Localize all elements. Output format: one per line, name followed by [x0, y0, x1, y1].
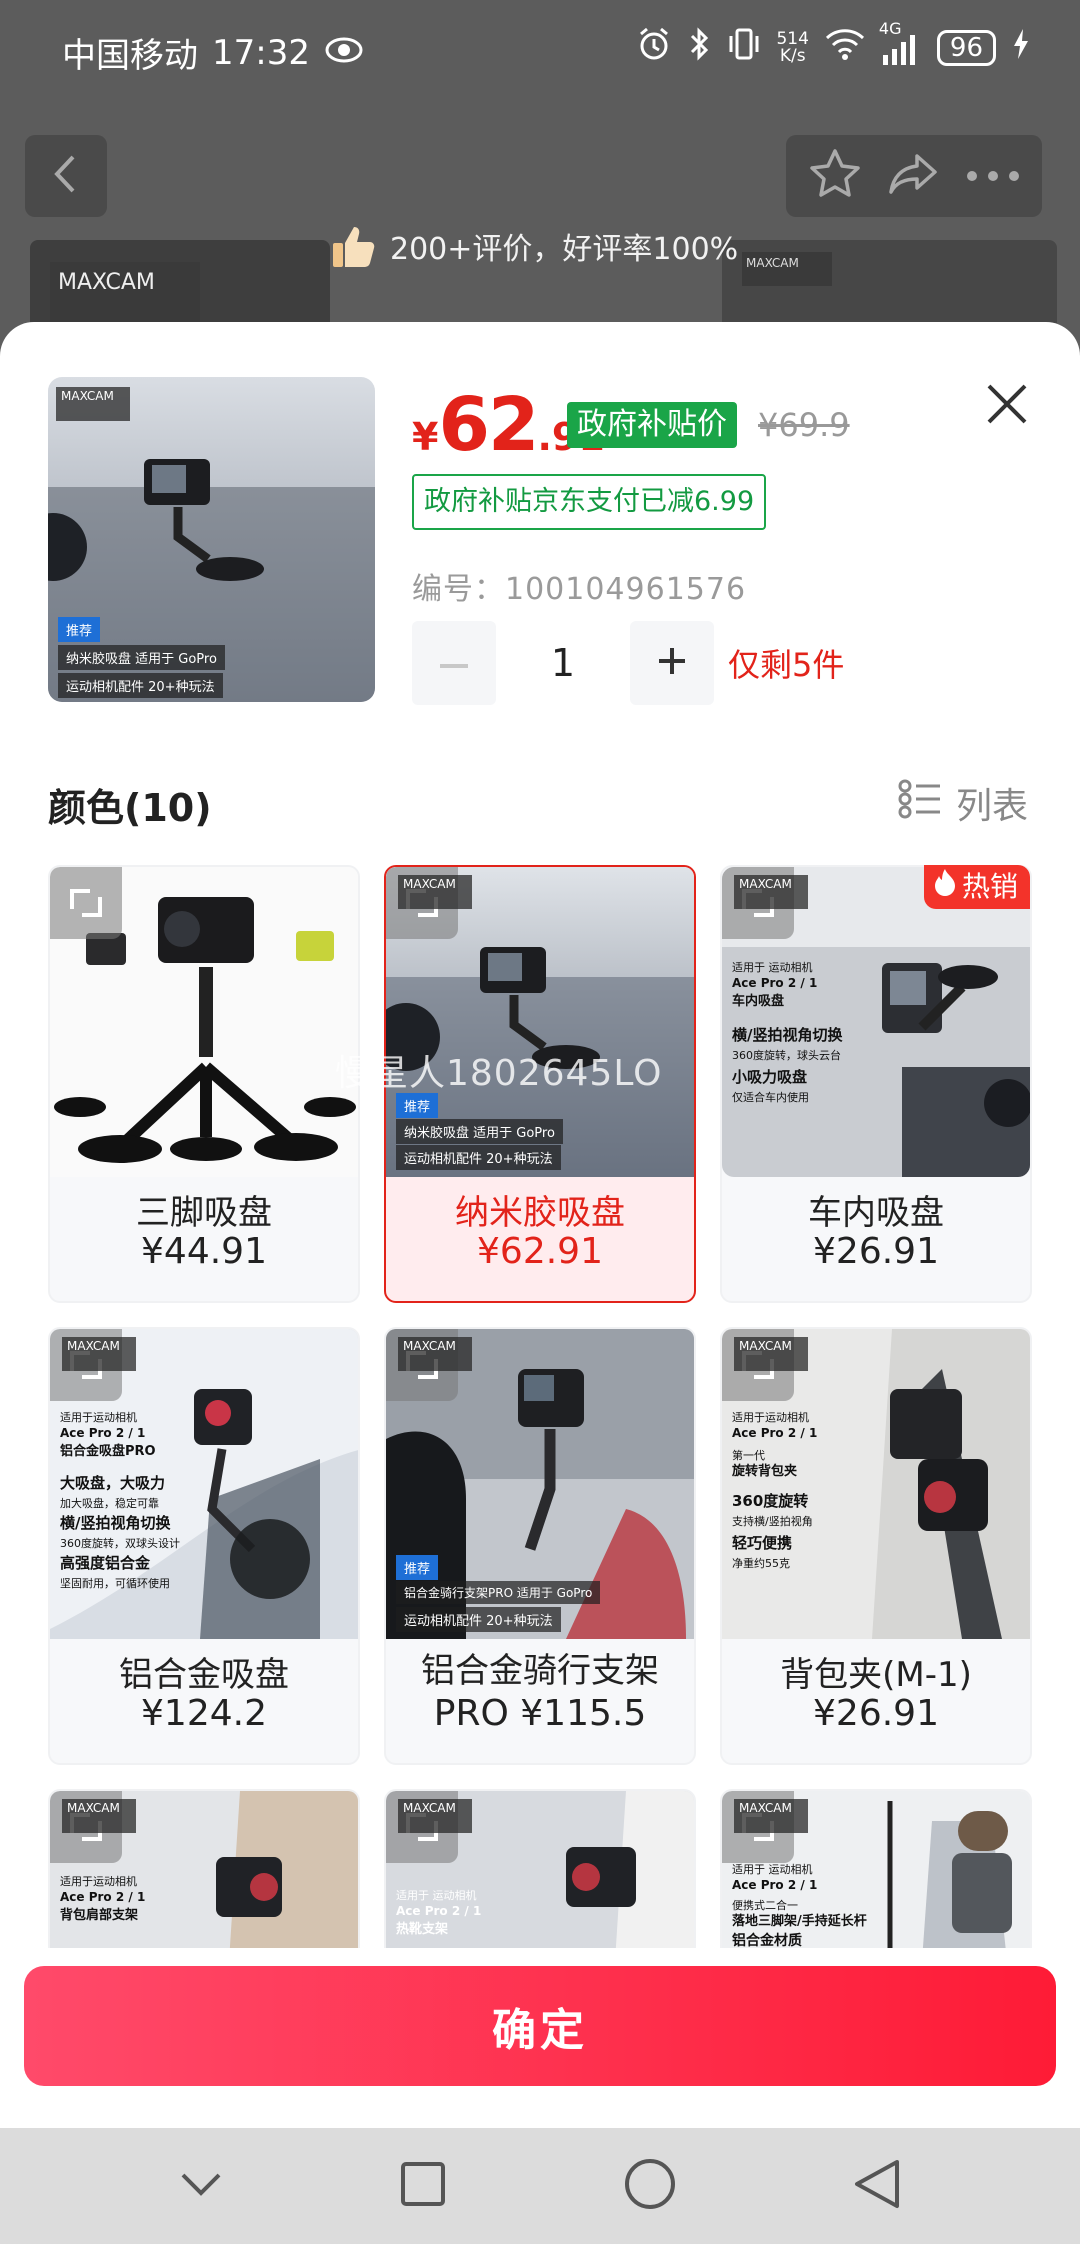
- stock-note: 仅剩5件: [728, 646, 845, 684]
- sku-selector-sheet: MAXCAM 推荐 纳米胶吸盘 适用于 GoPro 运动相机配件 20+种玩法 …: [0, 322, 1080, 2128]
- thumbnail-caption-1: 纳米胶吸盘 适用于 GoPro: [58, 645, 225, 670]
- option-image: MAXCAM 适用于运动相机 Ace Pro 2 / 1 第一代 旋转背包夹 3…: [722, 1329, 1030, 1639]
- image-caption: 运动相机配件 20+种玩法: [396, 1607, 561, 1632]
- list-icon: [898, 778, 942, 829]
- minus-icon: [440, 654, 468, 673]
- review-banner: 200+评价，好评率100%: [330, 218, 738, 274]
- original-price: ¥69.9: [758, 406, 850, 444]
- back-triangle-icon[interactable]: [853, 2158, 901, 2214]
- thumbnail-caption-2: 运动相机配件 20+种玩法: [58, 673, 223, 698]
- wifi-icon: [825, 28, 865, 68]
- clock: 17:32: [212, 32, 310, 73]
- recent-apps-icon[interactable]: [400, 2161, 446, 2211]
- sku-number: 编号：100104961576: [412, 572, 747, 607]
- list-view-toggle[interactable]: 列表: [898, 777, 1028, 829]
- option-image: [50, 867, 358, 1177]
- hot-sale-badge: 热销: [923, 865, 1030, 909]
- image-logo: MAXCAM: [62, 1799, 136, 1833]
- option-name: 纳米胶吸盘: [455, 1193, 625, 1233]
- back-button[interactable]: [25, 135, 107, 217]
- option-price: ¥44.91: [141, 1231, 267, 1272]
- image-caption: 纳米胶吸盘 适用于 GoPro: [396, 1119, 563, 1144]
- decrease-button[interactable]: [412, 621, 496, 705]
- image-caption: 运动相机配件 20+种玩法: [396, 1145, 561, 1170]
- plus-icon: [657, 646, 687, 680]
- network-speed: 514 K/s: [776, 29, 809, 66]
- increase-button[interactable]: [630, 621, 714, 705]
- option-name: 背包夹(M-1): [780, 1655, 972, 1695]
- background-logo-small: MAXCAM: [742, 252, 832, 286]
- image-logo: MAXCAM: [398, 1799, 472, 1833]
- thumbnail-recommend-tag: 推荐: [58, 617, 101, 642]
- system-navigation-bar: [0, 2128, 1080, 2244]
- status-bar: 中国移动 17:32 514 K/s 4G 96: [0, 0, 1080, 100]
- image-logo: MAXCAM: [62, 1337, 136, 1371]
- option-card-in-car-suction[interactable]: 热销 MAXCAM 适用于 运动相机 Ace Pro 2 / 1 车内吸盘 横/…: [720, 865, 1032, 1303]
- image-logo: MAXCAM: [734, 875, 808, 909]
- option-card-alloy-suction[interactable]: MAXCAM 适用于运动相机 Ace Pro 2 / 1 铝合金吸盘PRO 大吸…: [48, 1327, 360, 1765]
- signal-icon: 4G: [879, 19, 921, 65]
- subsidy-notice: 政府补贴京东支付已减6.99: [412, 474, 767, 530]
- option-card-backpack-clip[interactable]: MAXCAM 适用于运动相机 Ace Pro 2 / 1 第一代 旋转背包夹 3…: [720, 1327, 1032, 1765]
- confirm-button[interactable]: 确定: [24, 1966, 1056, 2086]
- image-recommend-tag: 推荐: [396, 1093, 439, 1118]
- option-price: ¥62.91: [477, 1231, 603, 1272]
- image-logo: MAXCAM: [398, 1337, 472, 1371]
- option-card-alloy-bike-mount[interactable]: MAXCAM 推荐 铝合金骑行支架PRO 适用于 GoPro 运动相机配件 20…: [384, 1327, 696, 1765]
- thumbs-up-icon: [330, 223, 376, 269]
- option-name: 三脚吸盘: [136, 1193, 272, 1233]
- favorite-star-icon[interactable]: [808, 148, 862, 204]
- share-icon[interactable]: [887, 150, 941, 202]
- chevron-down-icon[interactable]: [179, 2171, 223, 2201]
- more-icon[interactable]: [966, 167, 1020, 186]
- thumbnail-logo: MAXCAM: [56, 387, 130, 421]
- review-summary: 200+评价，好评率100%: [390, 232, 739, 267]
- product-thumbnail[interactable]: MAXCAM 推荐 纳米胶吸盘 适用于 GoPro 运动相机配件 20+种玩法: [48, 377, 375, 702]
- quantity-stepper: 1 仅剩5件: [412, 620, 844, 706]
- option-name: 铝合金骑行支架: [421, 1651, 659, 1691]
- image-recommend-tag: 推荐: [396, 1555, 439, 1580]
- battery-indicator: 96: [936, 30, 996, 66]
- chevron-left-icon: [51, 153, 81, 199]
- option-name: 车内吸盘: [808, 1193, 944, 1233]
- image-logo: MAXCAM: [734, 1337, 808, 1371]
- option-image: MAXCAM 适用于运动相机 Ace Pro 2 / 1 铝合金吸盘PRO 大吸…: [50, 1329, 358, 1639]
- close-button[interactable]: [975, 372, 1039, 436]
- expand-image-icon[interactable]: [50, 867, 122, 939]
- user-watermark: 慢星人1802645LO: [335, 1053, 663, 1094]
- charging-icon: [1012, 27, 1030, 69]
- gov-subsidy-badge: 政府补贴价: [567, 402, 737, 448]
- quantity-value[interactable]: 1: [496, 641, 630, 685]
- background-page: 中国移动 17:32 514 K/s 4G 96 MAXCAM MAXCAM 2…: [0, 0, 1080, 340]
- option-image: MAXCAM 推荐 铝合金骑行支架PRO 适用于 GoPro 运动相机配件 20…: [386, 1329, 694, 1639]
- option-price: PRO ¥115.5: [433, 1693, 647, 1734]
- header-actions: [786, 135, 1042, 217]
- option-name: 铝合金吸盘: [119, 1655, 289, 1695]
- image-logo: MAXCAM: [398, 875, 472, 909]
- alarm-icon: [636, 26, 672, 70]
- bluetooth-icon: [688, 26, 712, 70]
- option-card-tripod-suction[interactable]: 三脚吸盘 ¥44.91: [48, 865, 360, 1303]
- image-caption: 铝合金骑行支架PRO 适用于 GoPro: [396, 1581, 601, 1604]
- image-logo: MAXCAM: [734, 1799, 808, 1833]
- eye-icon: [324, 33, 364, 73]
- option-price: ¥26.91: [813, 1231, 939, 1272]
- vibrate-icon: [728, 26, 760, 70]
- option-price: ¥124.2: [141, 1693, 267, 1734]
- home-icon[interactable]: [624, 2158, 676, 2214]
- option-image: MAXCAM 适用于 运动相机 Ace Pro 2 / 1 车内吸盘 横/竖拍视…: [722, 867, 1030, 1177]
- flame-icon: [934, 865, 956, 909]
- color-section-title: 颜色(10): [48, 786, 212, 830]
- option-price: ¥26.91: [813, 1693, 939, 1734]
- close-icon: [975, 384, 1039, 440]
- carrier-label: 中国移动: [62, 36, 198, 76]
- option-image: MAXCAM 推荐 纳米胶吸盘 适用于 GoPro 运动相机配件 20+种玩法: [386, 867, 694, 1177]
